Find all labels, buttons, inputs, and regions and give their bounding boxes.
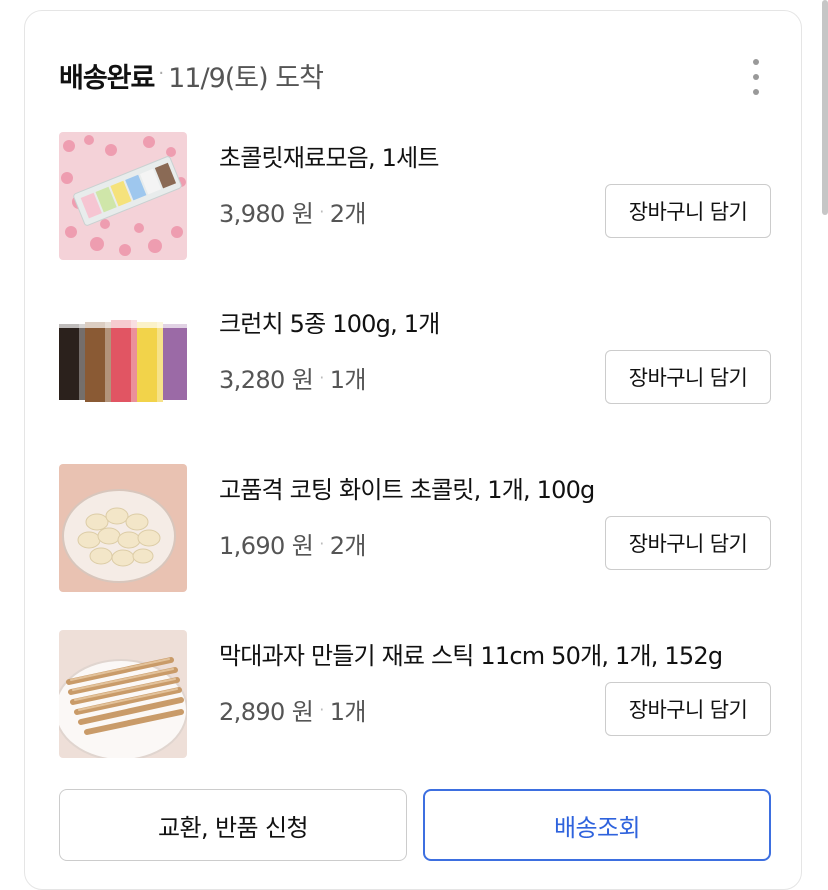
item-quantity: 2개	[329, 532, 367, 560]
sprinkles-pink-thumbnail[interactable]	[59, 132, 187, 260]
order-card: 배송완료 · 11/9(토) 도착 초콜릿재료모음, 1세트 3,980 원 ·…	[24, 10, 802, 890]
biscuit-sticks-plate-thumbnail[interactable]	[59, 630, 187, 758]
meta-separator: ·	[319, 368, 324, 387]
add-to-cart-button[interactable]: 장바구니 담기	[605, 184, 771, 238]
meta-separator: ·	[319, 202, 324, 221]
item-name[interactable]: 초콜릿재료모음, 1세트	[219, 138, 439, 173]
add-to-cart-button[interactable]: 장바구니 담기	[605, 682, 771, 736]
order-header: 배송완료 · 11/9(토) 도착	[59, 55, 767, 95]
crunch-bags-thumbnail[interactable]	[59, 298, 187, 426]
delivery-status: 배송완료	[59, 62, 155, 94]
item-price: 3,980 원	[219, 200, 314, 228]
item-meta: 3,280 원 · 1개	[219, 360, 366, 395]
item-quantity: 1개	[329, 366, 367, 394]
more-options-icon[interactable]	[742, 59, 770, 95]
arrival-date: 11/9(토) 도착	[168, 62, 324, 94]
exchange-return-button[interactable]: 교환, 반품 신청	[59, 789, 407, 861]
white-chocolate-bowl-thumbnail[interactable]	[59, 464, 187, 592]
item-meta: 2,890 원 · 1개	[219, 692, 366, 727]
order-item: 크런치 5종 100g, 1개 3,280 원 · 1개 장바구니 담기	[59, 298, 771, 426]
item-name[interactable]: 크런치 5종 100g, 1개	[219, 304, 440, 339]
add-to-cart-button[interactable]: 장바구니 담기	[605, 350, 771, 404]
header-separator: ·	[158, 62, 165, 84]
item-name[interactable]: 고품격 코팅 화이트 초콜릿, 1개, 100g	[219, 470, 595, 505]
item-price: 1,690 원	[219, 532, 314, 560]
item-price: 2,890 원	[219, 698, 314, 726]
track-delivery-button[interactable]: 배송조회	[423, 789, 771, 861]
meta-separator: ·	[319, 534, 324, 553]
add-to-cart-button[interactable]: 장바구니 담기	[605, 516, 771, 570]
scrollbar[interactable]	[822, 0, 828, 215]
meta-separator: ·	[319, 700, 324, 719]
order-item: 고품격 코팅 화이트 초콜릿, 1개, 100g 1,690 원 · 2개 장바…	[59, 464, 771, 592]
item-name[interactable]: 막대과자 만들기 재료 스틱 11cm 50개, 1개, 152g	[219, 636, 723, 671]
item-meta: 3,980 원 · 2개	[219, 194, 366, 229]
item-quantity: 1개	[329, 698, 367, 726]
item-price: 3,280 원	[219, 366, 314, 394]
order-item: 초콜릿재료모음, 1세트 3,980 원 · 2개 장바구니 담기	[59, 132, 771, 260]
item-quantity: 2개	[329, 200, 367, 228]
order-item: 막대과자 만들기 재료 스틱 11cm 50개, 1개, 152g 2,890 …	[59, 630, 771, 758]
item-meta: 1,690 원 · 2개	[219, 526, 366, 561]
